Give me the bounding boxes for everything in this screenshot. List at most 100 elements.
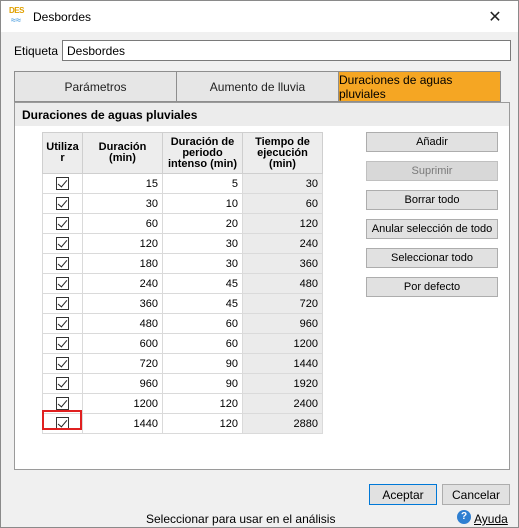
intense-duration-cell[interactable]: 30 xyxy=(162,253,243,274)
use-checkbox[interactable] xyxy=(56,317,69,330)
runtime-cell: 30 xyxy=(242,173,323,194)
title-bar: DES ≈≈ Desbordes ✕ xyxy=(1,1,518,32)
table-row[interactable]: 360 45 720 xyxy=(42,293,323,314)
intense-duration-cell[interactable]: 30 xyxy=(162,233,243,254)
use-checkbox[interactable] xyxy=(56,277,69,290)
runtime-cell: 960 xyxy=(242,313,323,334)
window-title: Desbordes xyxy=(33,10,92,24)
tab-duraciones[interactable]: Duraciones de aguas pluviales xyxy=(338,71,501,102)
delete-button[interactable]: Suprimir xyxy=(366,161,498,181)
tab-parametros[interactable]: Parámetros xyxy=(14,71,177,102)
duration-cell[interactable]: 480 xyxy=(82,313,163,334)
dialog-window: DES ≈≈ Desbordes ✕ Etiqueta Parámetros A… xyxy=(0,0,519,528)
use-checkbox-cell[interactable] xyxy=(42,233,83,254)
runtime-cell: 1440 xyxy=(242,353,323,374)
use-checkbox[interactable] xyxy=(56,377,69,390)
table-row[interactable]: 180 30 360 xyxy=(42,253,323,274)
waves-icon: ≈≈ xyxy=(11,15,21,25)
runtime-cell: 240 xyxy=(242,233,323,254)
runtime-cell: 60 xyxy=(242,193,323,214)
table-row[interactable]: 120 30 240 xyxy=(42,233,323,254)
table-row[interactable]: 600 60 1200 xyxy=(42,333,323,354)
help-icon[interactable]: ? xyxy=(457,510,471,524)
runtime-cell: 1920 xyxy=(242,373,323,394)
table-row[interactable]: 720 90 1440 xyxy=(42,353,323,374)
duration-cell[interactable]: 960 xyxy=(82,373,163,394)
etiqueta-input[interactable] xyxy=(62,40,511,61)
duration-cell[interactable]: 1200 xyxy=(82,393,163,414)
duration-cell[interactable]: 360 xyxy=(82,293,163,314)
column-header-utilizar[interactable]: Utiliza r xyxy=(42,132,83,174)
tab-aumento-lluvia[interactable]: Aumento de lluvia xyxy=(176,71,339,102)
use-checkbox[interactable] xyxy=(56,297,69,310)
table-row[interactable]: 1440 120 2880 xyxy=(42,413,323,434)
intense-duration-cell[interactable]: 90 xyxy=(162,353,243,374)
use-checkbox[interactable] xyxy=(56,257,69,270)
clear-all-button[interactable]: Borrar todo xyxy=(366,190,498,210)
use-checkbox-cell[interactable] xyxy=(42,293,83,314)
use-checkbox[interactable] xyxy=(56,337,69,350)
select-all-button[interactable]: Seleccionar todo xyxy=(366,248,498,268)
intense-duration-cell[interactable]: 60 xyxy=(162,333,243,354)
use-checkbox-cell[interactable] xyxy=(42,253,83,274)
duration-cell[interactable]: 1440 xyxy=(82,413,163,434)
duration-cell[interactable]: 60 xyxy=(82,213,163,234)
column-header-ejecucion[interactable]: Tiempo de ejecución (min) xyxy=(242,132,323,174)
use-checkbox-cell[interactable] xyxy=(42,193,83,214)
table-row[interactable]: 30 10 60 xyxy=(42,193,323,214)
add-button[interactable]: Añadir xyxy=(366,132,498,152)
intense-duration-cell[interactable]: 45 xyxy=(162,273,243,294)
runtime-cell: 120 xyxy=(242,213,323,234)
table-row[interactable]: 60 20 120 xyxy=(42,213,323,234)
duration-cell[interactable]: 180 xyxy=(82,253,163,274)
use-checkbox-cell[interactable] xyxy=(42,333,83,354)
duration-cell[interactable]: 600 xyxy=(82,333,163,354)
duration-cell[interactable]: 120 xyxy=(82,233,163,254)
intense-duration-cell[interactable]: 90 xyxy=(162,373,243,394)
use-checkbox-cell[interactable] xyxy=(42,353,83,374)
use-checkbox-cell[interactable] xyxy=(42,213,83,234)
use-checkbox-cell[interactable] xyxy=(42,173,83,194)
use-checkbox[interactable] xyxy=(56,217,69,230)
use-checkbox[interactable] xyxy=(56,177,69,190)
use-checkbox[interactable] xyxy=(56,357,69,370)
duration-cell[interactable]: 720 xyxy=(82,353,163,374)
use-checkbox[interactable] xyxy=(56,197,69,210)
help-link[interactable]: Ayuda xyxy=(474,512,508,526)
table-row[interactable]: 960 90 1920 xyxy=(42,373,323,394)
use-checkbox-cell[interactable] xyxy=(42,273,83,294)
table-row[interactable]: 480 60 960 xyxy=(42,313,323,334)
close-button[interactable]: ✕ xyxy=(472,1,518,32)
intense-duration-cell[interactable]: 45 xyxy=(162,293,243,314)
intense-duration-cell[interactable]: 20 xyxy=(162,213,243,234)
panel-header: Duraciones de aguas pluviales xyxy=(15,103,509,126)
duration-cell[interactable]: 30 xyxy=(82,193,163,214)
table-row[interactable]: 240 45 480 xyxy=(42,273,323,294)
duration-cell[interactable]: 15 xyxy=(82,173,163,194)
intense-duration-cell[interactable]: 120 xyxy=(162,413,243,434)
table-header-row: Utiliza r Duración (min) Duración de per… xyxy=(42,132,323,174)
duration-cell[interactable]: 240 xyxy=(82,273,163,294)
focus-indicator xyxy=(42,410,82,430)
use-checkbox[interactable] xyxy=(56,237,69,250)
intense-duration-cell[interactable]: 10 xyxy=(162,193,243,214)
intense-duration-cell[interactable]: 60 xyxy=(162,313,243,334)
use-checkbox-cell[interactable] xyxy=(42,313,83,334)
deselect-all-button[interactable]: Anular selección de todo xyxy=(366,219,498,239)
durations-table: Utiliza r Duración (min) Duración de per… xyxy=(42,132,323,434)
runtime-cell: 1200 xyxy=(242,333,323,354)
column-header-intenso[interactable]: Duración de periodo intenso (min) xyxy=(162,132,243,174)
app-icon: DES ≈≈ xyxy=(9,6,27,26)
cancel-button[interactable]: Cancelar xyxy=(442,484,510,505)
status-text: Seleccionar para usar en el análisis xyxy=(146,512,336,526)
intense-duration-cell[interactable]: 120 xyxy=(162,393,243,414)
default-button[interactable]: Por defecto xyxy=(366,277,498,297)
table-row[interactable]: 15 5 30 xyxy=(42,173,323,194)
use-checkbox-cell[interactable] xyxy=(42,373,83,394)
accept-button[interactable]: Aceptar xyxy=(369,484,437,505)
close-icon: ✕ xyxy=(488,8,502,26)
use-checkbox[interactable] xyxy=(56,397,69,410)
table-row[interactable]: 1200 120 2400 xyxy=(42,393,323,414)
column-header-duracion[interactable]: Duración (min) xyxy=(82,132,163,174)
intense-duration-cell[interactable]: 5 xyxy=(162,173,243,194)
